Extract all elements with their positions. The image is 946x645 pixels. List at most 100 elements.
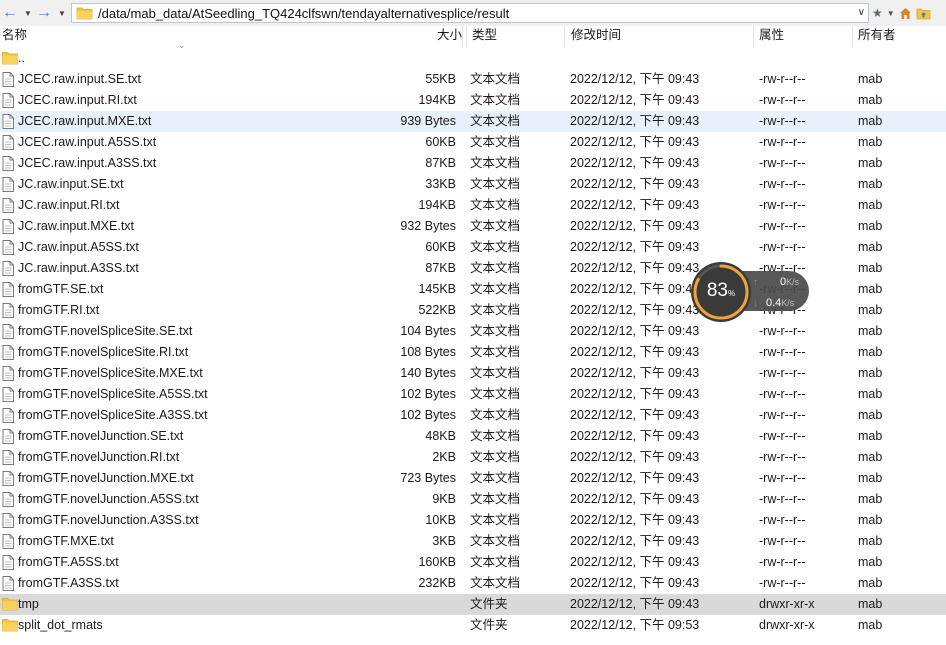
file-row[interactable]: JCEC.raw.input.A3SS.txt 87KB 文本文档 2022/12/1…: [0, 153, 946, 174]
path-input[interactable]: /data/mab_data/AtSeedling_TQ424clfswn/te…: [71, 3, 869, 23]
column-perm-header[interactable]: 属性: [753, 26, 857, 47]
column-mtime-header[interactable]: 修改时间: [564, 26, 759, 47]
cell-perm: -rw-r--r--: [759, 198, 806, 212]
cell-perm: -rw-r--r--: [759, 219, 806, 233]
file-row[interactable]: fromGTF.A3SS.txt 232KB 文本文档 2022/12/12, 下午 …: [0, 573, 946, 594]
column-header: 名称 ⌄ 大小 类型 修改时间 属性 所有者: [0, 26, 946, 50]
text-file-icon: [2, 240, 14, 255]
download-value: 0.4: [766, 297, 782, 309]
cell-owner: mab: [858, 471, 883, 485]
forward-button[interactable]: → ▼: [36, 3, 66, 23]
cell-name: JC.raw.input.MXE.txt: [18, 219, 135, 233]
percent-sign: %: [728, 289, 736, 298]
cell-size: 194KB: [418, 198, 456, 212]
folder-icon: [2, 51, 18, 66]
folder-icon: [2, 597, 18, 612]
cell-size: 55KB: [425, 72, 456, 86]
cell-size: 232KB: [418, 576, 456, 590]
file-row[interactable]: fromGTF.novelJunction.MXE.txt 723 Bytes 文本…: [0, 468, 946, 489]
download-speed: ↓ 0.4K/s: [753, 296, 794, 310]
cell-perm: -rw-r--r--: [759, 555, 806, 569]
cell-owner: mab: [858, 387, 883, 401]
file-row[interactable]: fromGTF.A5SS.txt 160KB 文本文档 2022/12/12, 下午 …: [0, 552, 946, 573]
cell-name: fromGTF.SE.txt: [18, 282, 104, 296]
cell-size: 723 Bytes: [400, 471, 456, 485]
toolbar: ← ▼ → ▼ /data/mab_data/AtSeedling_TQ424c…: [0, 0, 946, 26]
column-name-header[interactable]: 名称: [0, 26, 464, 47]
star-icon[interactable]: ★: [872, 6, 883, 20]
cell-owner: mab: [858, 492, 883, 506]
cell-type: 文本文档: [470, 93, 521, 107]
file-row[interactable]: fromGTF.novelJunction.SE.txt 48KB 文本文档 2022…: [0, 426, 946, 447]
cell-perm: -rw-r--r--: [759, 135, 806, 149]
cell-size: 102 Bytes: [400, 408, 456, 422]
back-button[interactable]: ← ▼: [2, 3, 32, 23]
cell-size: 10KB: [425, 513, 456, 527]
file-row[interactable]: fromGTF.novelSpliceSite.A3SS.txt 102 Byte…: [0, 405, 946, 426]
cell-perm: -rw-r--r--: [759, 492, 806, 506]
download-unit: K/s: [781, 298, 795, 308]
cell-mtime: 2022/12/12, 下午 09:43: [570, 492, 700, 506]
cell-mtime: 2022/12/12, 下午 09:43: [570, 198, 700, 212]
column-divider[interactable]: [462, 26, 463, 47]
cell-size: 104 Bytes: [400, 324, 456, 338]
cell-perm: -rw-r--r--: [759, 324, 806, 338]
file-row[interactable]: JC.raw.input.MXE.txt 932 Bytes 文本文档 2022/12…: [0, 216, 946, 237]
cell-name: fromGTF.novelJunction.A3SS.txt: [18, 513, 199, 527]
cell-owner: mab: [858, 429, 883, 443]
text-file-icon: [2, 408, 14, 423]
download-arrow-icon: ↓: [753, 298, 758, 309]
file-row[interactable]: fromGTF.novelJunction.RI.txt 2KB 文本文档 2022/…: [0, 447, 946, 468]
folder-row[interactable]: tmp 文件夹 2022/12/12, 下午 09:43 drwxr-xr-x mab: [0, 594, 946, 615]
cell-name: fromGTF.novelSpliceSite.RI.txt: [18, 345, 189, 359]
file-row[interactable]: fromGTF.novelSpliceSite.A5SS.txt 102 Byte…: [0, 384, 946, 405]
cell-owner: mab: [858, 72, 883, 86]
cell-perm: -rw-r--r--: [759, 471, 806, 485]
path-dropdown-chevron-icon[interactable]: ∨: [858, 7, 865, 18]
cell-type: 文本文档: [470, 450, 521, 464]
file-row[interactable]: JC.raw.input.SE.txt 33KB 文本文档 2022/12/12, 下…: [0, 174, 946, 195]
file-row[interactable]: JCEC.raw.input.MXE.txt 939 Bytes 文本文档 2022/…: [0, 111, 946, 132]
back-history-chevron-icon[interactable]: ▼: [24, 9, 32, 18]
cell-size: [300, 594, 456, 615]
folder-row[interactable]: ..: [0, 48, 946, 69]
text-file-icon: [2, 345, 14, 360]
cell-name: fromGTF.MXE.txt: [18, 534, 114, 548]
file-row[interactable]: fromGTF.novelJunction.A5SS.txt 9KB 文本文档 202…: [0, 489, 946, 510]
forward-history-chevron-icon[interactable]: ▼: [58, 9, 66, 18]
cell-mtime: 2022/12/12, 下午 09:43: [570, 282, 700, 296]
column-size-header[interactable]: 大小: [400, 26, 464, 47]
cell-name: tmp: [18, 597, 39, 611]
file-row[interactable]: fromGTF.MXE.txt 3KB 文本文档 2022/12/12, 下午 09:…: [0, 531, 946, 552]
home-icon[interactable]: [899, 7, 912, 20]
file-row[interactable]: JCEC.raw.input.SE.txt 55KB 文本文档 2022/12/12,…: [0, 69, 946, 90]
cell-perm: -rw-r--r--: [759, 408, 806, 422]
text-file-icon: [2, 387, 14, 402]
folder-row[interactable]: split_dot_rmats 文件夹 2022/12/12, 下午 09:53 dr…: [0, 615, 946, 636]
text-file-icon: [2, 114, 14, 129]
cell-perm: -rw-r--r--: [759, 156, 806, 170]
bookmark-chevron-icon[interactable]: ▼: [887, 9, 895, 18]
file-row[interactable]: JC.raw.input.A5SS.txt 60KB 文本文档 2022/12/12,…: [0, 237, 946, 258]
cell-name: fromGTF.novelJunction.RI.txt: [18, 450, 180, 464]
network-monitor-widget[interactable]: 83% ↑ 0K/s ↓ 0.4K/s: [691, 262, 809, 322]
cell-size: 522KB: [418, 303, 456, 317]
column-type-header[interactable]: 类型: [466, 26, 568, 47]
file-row[interactable]: fromGTF.novelSpliceSite.RI.txt 108 Bytes 文…: [0, 342, 946, 363]
cell-mtime: 2022/12/12, 下午 09:43: [570, 429, 700, 443]
file-row[interactable]: fromGTF.novelSpliceSite.MXE.txt 140 Bytes…: [0, 363, 946, 384]
file-row[interactable]: JCEC.raw.input.RI.txt 194KB 文本文档 2022/12/12…: [0, 90, 946, 111]
column-owner-header[interactable]: 所有者: [852, 26, 946, 47]
file-row[interactable]: JC.raw.input.RI.txt 194KB 文本文档 2022/12/12, …: [0, 195, 946, 216]
cell-name: split_dot_rmats: [18, 618, 103, 632]
cell-mtime: 2022/12/12, 下午 09:43: [570, 450, 700, 464]
cell-type: 文本文档: [470, 429, 521, 443]
file-row[interactable]: JCEC.raw.input.A5SS.txt 60KB 文本文档 2022/12/1…: [0, 132, 946, 153]
cell-size: 33KB: [425, 177, 456, 191]
file-row[interactable]: fromGTF.novelJunction.A3SS.txt 10KB 文本文档 20…: [0, 510, 946, 531]
cell-mtime: 2022/12/12, 下午 09:43: [570, 303, 700, 317]
folder-up-icon[interactable]: [916, 7, 931, 20]
cell-size: [300, 48, 456, 69]
cell-name: fromGTF.A5SS.txt: [18, 555, 119, 569]
file-row[interactable]: fromGTF.novelSpliceSite.SE.txt 104 Bytes 文…: [0, 321, 946, 342]
